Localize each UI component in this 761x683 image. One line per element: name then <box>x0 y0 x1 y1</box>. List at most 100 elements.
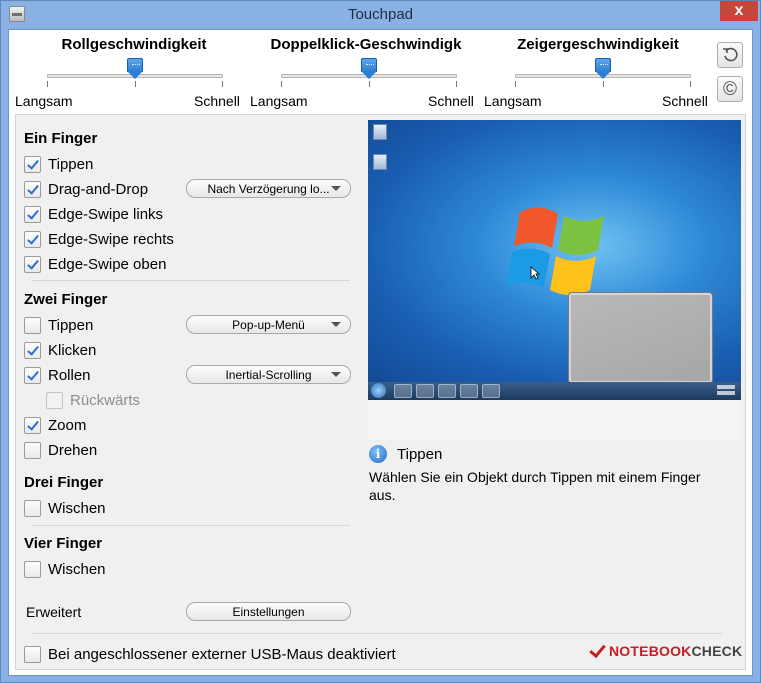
option-four-finger-swipe[interactable]: Wischen <box>24 559 106 579</box>
option-two-finger-click[interactable]: Klicken <box>24 340 96 360</box>
slider-tick <box>515 81 516 87</box>
scroll-speed-label: Rollgeschwindigkeit <box>61 36 207 53</box>
option-edge-swipe-top[interactable]: Edge-Swipe oben <box>24 254 166 274</box>
pointer-speed-slider-group: Zeigergeschwindigkeit Langsam Schnell <box>483 30 713 110</box>
client-area: Rollgeschwindigkeit Langsam Schnell Dopp… <box>8 29 753 676</box>
scroll-speed-max-label: Schnell <box>194 93 240 109</box>
reset-defaults-button[interactable] <box>717 42 743 68</box>
checkbox-rotate[interactable] <box>24 441 41 459</box>
checkbox-two-finger-click[interactable] <box>24 341 41 359</box>
two-finger-tap-dropdown[interactable]: Pop-up-Menü <box>186 315 351 334</box>
settings-panel: Ein Finger Tippen Drag-and-Drop Nach Ver… <box>15 114 746 670</box>
option-label: Bei angeschlossener externer USB-Maus de… <box>48 645 396 663</box>
option-two-finger-tap[interactable]: Tippen <box>24 315 93 335</box>
checkbox-four-finger-swipe[interactable] <box>24 560 41 578</box>
option-disable-with-usb-mouse[interactable]: Bei angeschlossener externer USB-Maus de… <box>24 644 396 664</box>
scroll-mode-dropdown[interactable]: Inertial-Scrolling <box>186 365 351 384</box>
notebookcheck-watermark: NOTEBOOK CHECK <box>589 642 742 660</box>
checkbox-drag-and-drop[interactable] <box>24 180 41 198</box>
option-edge-swipe-left[interactable]: Edge-Swipe links <box>24 204 163 224</box>
check-mark-icon <box>589 642 609 660</box>
option-label: Klicken <box>48 341 97 359</box>
taskbar-app-icon <box>438 384 456 398</box>
slider-tick <box>690 81 691 87</box>
pointer-speed-label: Zeigergeschwindigkeit <box>517 36 679 53</box>
checkbox-two-finger-scroll[interactable] <box>24 366 41 384</box>
title-bar[interactable]: Touchpad x <box>1 1 760 29</box>
slider-tick <box>281 81 282 87</box>
info-description: Wählen Sie ein Objekt durch Tippen mit e… <box>369 469 701 503</box>
pointer-speed-min-label: Langsam <box>484 93 542 109</box>
section-title-two-finger: Zwei Finger <box>24 291 108 308</box>
window-title: Touchpad <box>347 6 414 23</box>
option-rotate[interactable]: Drehen <box>24 440 97 460</box>
double-click-speed-thumb[interactable] <box>361 58 377 80</box>
about-button[interactable]: © <box>717 76 743 102</box>
checkbox-edge-swipe-right[interactable] <box>24 230 41 248</box>
chevron-down-icon <box>331 322 341 327</box>
option-label: Edge-Swipe links <box>48 205 164 223</box>
checkbox-disable-with-usb-mouse[interactable] <box>24 645 41 663</box>
option-zoom[interactable]: Zoom <box>24 415 86 435</box>
option-two-finger-scroll[interactable]: Rollen <box>24 365 91 385</box>
checkbox-three-finger-swipe[interactable] <box>24 499 41 517</box>
dropdown-value: Nach Verzögerung lo... <box>207 181 330 196</box>
checkbox-two-finger-tap[interactable] <box>24 316 41 334</box>
taskbar-app-icon <box>394 384 412 398</box>
section-title-three-finger: Drei Finger <box>24 474 104 491</box>
undo-icon <box>723 47 738 62</box>
separator <box>32 525 350 526</box>
document-icon <box>373 154 387 170</box>
section-title-four-finger: Vier Finger <box>24 535 103 552</box>
slider-tick <box>222 81 223 87</box>
checkbox-zoom[interactable] <box>24 416 41 434</box>
advanced-settings-button[interactable]: Einstellungen <box>186 602 351 621</box>
scroll-speed-min-label: Langsam <box>15 93 73 109</box>
option-label: Wischen <box>48 560 106 578</box>
option-label: Tippen <box>48 316 94 334</box>
info-title: Tippen <box>397 446 443 463</box>
option-reverse-scroll[interactable]: Rückwärts <box>46 390 140 410</box>
option-label: Drag-and-Drop <box>48 180 149 198</box>
taskbar-app-icon <box>416 384 434 398</box>
taskbar-preview <box>368 382 741 400</box>
double-click-speed-label: Doppelklick-Geschwindigk <box>270 36 462 53</box>
option-label: Rückwärts <box>70 391 141 409</box>
desktop-preview <box>368 120 741 382</box>
close-button[interactable]: x <box>720 1 758 21</box>
checkbox-edge-swipe-left[interactable] <box>24 205 41 223</box>
checkbox-reverse-scroll[interactable] <box>46 391 63 409</box>
option-label: Tippen <box>48 155 94 173</box>
watermark-text-part1: NOTEBOOK <box>609 643 692 659</box>
chevron-down-icon <box>331 372 341 377</box>
checkbox-one-finger-tap[interactable] <box>24 155 41 173</box>
slider-tick <box>603 81 604 87</box>
option-three-finger-swipe[interactable]: Wischen <box>24 498 106 518</box>
drag-and-drop-dropdown[interactable]: Nach Verzögerung lo... <box>186 179 351 198</box>
option-label: Wischen <box>48 499 106 517</box>
slider-tick <box>47 81 48 87</box>
touchpad-illustration <box>569 293 712 382</box>
info-icon: i <box>369 445 387 463</box>
option-one-finger-tap[interactable]: Tippen <box>24 154 93 174</box>
dropdown-value: Pop-up-Menü <box>232 317 305 332</box>
pointer-speed-thumb[interactable] <box>595 58 611 80</box>
touchpad-window: Touchpad x Rollgeschwindigkeit Langsam S… <box>0 0 761 683</box>
dropdown-value: Inertial-Scrolling <box>225 367 312 382</box>
option-edge-swipe-right[interactable]: Edge-Swipe rechts <box>24 229 174 249</box>
chevron-down-icon <box>331 186 341 191</box>
section-title-one-finger: Ein Finger <box>24 130 98 147</box>
double-click-speed-max-label: Schnell <box>428 93 474 109</box>
clock-icon <box>717 385 735 396</box>
option-label: Rollen <box>48 366 91 384</box>
option-drag-and-drop[interactable]: Drag-and-Drop <box>24 179 148 199</box>
gesture-preview <box>368 120 741 440</box>
checkbox-edge-swipe-top[interactable] <box>24 255 41 273</box>
scroll-speed-thumb[interactable] <box>127 58 143 80</box>
slider-tick <box>135 81 136 87</box>
taskbar-app-icon <box>460 384 478 398</box>
recycle-bin-icon <box>373 124 387 140</box>
option-label: Zoom <box>48 416 87 434</box>
copyright-icon: © <box>723 78 737 100</box>
start-button-icon <box>371 383 386 398</box>
